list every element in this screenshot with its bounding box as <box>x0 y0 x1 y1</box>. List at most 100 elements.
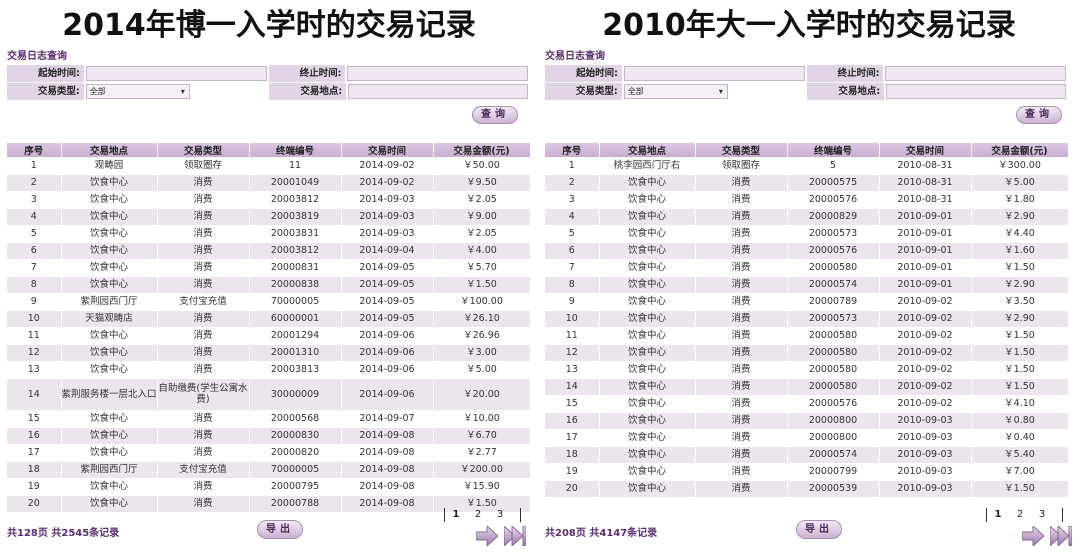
table-row: 7 饮食中心 消费 20000580 2010-09-01 ￥1.50 <box>545 259 1069 277</box>
table-cell: 70000005 <box>249 461 342 479</box>
table-cell: 消费 <box>157 495 250 513</box>
table-cell: 8 <box>545 276 600 294</box>
table-cell: 5 <box>545 225 600 243</box>
table-cell: 消费 <box>695 208 788 226</box>
table-cell: 饮食中心 <box>599 429 696 447</box>
table-cell: 2010-09-01 <box>879 259 972 277</box>
table-cell: 11 <box>249 157 342 175</box>
table-cell: 13 <box>545 361 600 379</box>
table-cell: 20000789 <box>787 293 880 311</box>
column-header: 交易类型 <box>695 143 788 157</box>
column-header: 交易地点 <box>61 143 158 157</box>
table-cell: 20000800 <box>787 412 880 430</box>
table-cell: 11 <box>545 327 600 345</box>
table-cell: 9 <box>545 293 600 311</box>
place-input[interactable] <box>886 84 1066 99</box>
table-cell: 20000573 <box>787 225 880 243</box>
page-link[interactable]: 1 <box>445 508 467 522</box>
table-row: 5 饮食中心 消费 20003831 2014-09-03 ￥2.05 <box>7 225 531 243</box>
table-cell: 饮食中心 <box>61 225 158 243</box>
page-link[interactable]: 3 <box>1031 508 1053 522</box>
table-cell: 16 <box>7 427 62 445</box>
table-cell: ￥2.77 <box>433 444 531 462</box>
table-cell: 1 <box>545 157 600 175</box>
table-cell: 消费 <box>157 191 250 209</box>
table-cell: 20000573 <box>787 310 880 328</box>
table-cell: 领取圈存 <box>695 157 788 175</box>
table-cell: 消费 <box>695 395 788 413</box>
table-cell: 紫荆服务楼一层北入口 <box>61 378 158 411</box>
table-cell: ￥1.80 <box>971 191 1069 209</box>
table-cell: 20000576 <box>787 395 880 413</box>
table-row: 3 饮食中心 消费 20000576 2010-08-31 ￥1.80 <box>545 191 1069 209</box>
type-select[interactable]: 全部 <box>623 84 728 99</box>
query-button[interactable]: 查询 <box>1016 106 1062 124</box>
table-cell: 消费 <box>695 242 788 260</box>
table-cell: 2010-09-01 <box>879 276 972 294</box>
table-cell: ￥1.50 <box>433 276 531 294</box>
table-cell: 支付宝充值 <box>157 461 250 479</box>
page-link[interactable]: 3 <box>489 508 511 522</box>
table-cell: 7 <box>7 259 62 277</box>
pagination: 1 2 3 <box>986 508 1063 522</box>
table-cell: 饮食中心 <box>599 446 696 464</box>
table-row: 8 饮食中心 消费 20000838 2014-09-05 ￥1.50 <box>7 276 531 294</box>
table-cell: 领取圈存 <box>157 157 250 175</box>
last-page-icon[interactable] <box>504 526 526 546</box>
column-header: 交易金额(元) <box>433 143 531 157</box>
table-cell: ￥1.50 <box>971 361 1069 379</box>
end-time-input[interactable] <box>885 66 1066 81</box>
table-cell: 12 <box>7 344 62 362</box>
table-cell: 2014-09-02 <box>341 157 434 175</box>
place-input[interactable] <box>348 84 528 99</box>
table-cell: 20000820 <box>249 444 342 462</box>
page-link[interactable]: 2 <box>467 508 489 522</box>
table-row: 9 紫荆园西门厅 支付宝充值 70000005 2014-09-05 ￥100.00 <box>7 293 531 311</box>
table-cell: 2 <box>7 174 62 192</box>
table-cell: 消费 <box>695 327 788 345</box>
table-cell: 16 <box>545 412 600 430</box>
table-cell: 20 <box>545 480 600 498</box>
table-cell: 30000009 <box>249 378 342 411</box>
table-row: 13 饮食中心 消费 20003813 2014-09-06 ￥5.00 <box>7 361 531 379</box>
table-cell: ￥2.05 <box>433 225 531 243</box>
table-cell: 14 <box>545 378 600 396</box>
next-page-icon[interactable] <box>476 526 498 546</box>
table-cell: 饮食中心 <box>599 293 696 311</box>
start-time-input[interactable] <box>623 66 805 81</box>
table-cell: 饮食中心 <box>599 191 696 209</box>
table-cell: 饮食中心 <box>61 478 158 496</box>
last-page-icon[interactable] <box>1050 526 1072 546</box>
table-cell: 消费 <box>695 463 788 481</box>
table-cell: ￥1.50 <box>971 344 1069 362</box>
table-cell: 20000580 <box>787 361 880 379</box>
export-button[interactable]: 导出 <box>257 520 303 539</box>
type-select[interactable]: 全部 <box>85 84 190 99</box>
table-cell: 2010-09-01 <box>879 242 972 260</box>
table-cell: 2010-09-02 <box>879 395 972 413</box>
table-cell: 2014-09-03 <box>341 191 434 209</box>
next-page-icon[interactable] <box>1022 526 1044 546</box>
table-row: 6 饮食中心 消费 20003812 2014-09-04 ￥4.00 <box>7 242 531 260</box>
table-row: 14 饮食中心 消费 20000580 2010-09-02 ￥1.50 <box>545 378 1069 396</box>
table-cell: 消费 <box>157 344 250 362</box>
table-cell: 消费 <box>157 478 250 496</box>
query-button[interactable]: 查询 <box>472 106 518 124</box>
table-cell: 2014-09-08 <box>341 495 434 513</box>
table-cell: 20000576 <box>787 191 880 209</box>
table-cell: 饮食中心 <box>599 344 696 362</box>
table-cell: 2014-09-08 <box>341 444 434 462</box>
start-time-input[interactable] <box>85 66 267 81</box>
table-cell: 20000580 <box>787 344 880 362</box>
table-cell: 饮食中心 <box>61 495 158 513</box>
table-cell: 消费 <box>157 310 250 328</box>
column-header: 序号 <box>545 143 600 157</box>
table-cell: 饮食中心 <box>61 410 158 428</box>
table-cell: ￥7.00 <box>971 463 1069 481</box>
export-button[interactable]: 导出 <box>796 520 842 539</box>
page-link[interactable]: 1 <box>987 508 1009 522</box>
table-cell: 饮食中心 <box>599 327 696 345</box>
page-link[interactable]: 2 <box>1009 508 1031 522</box>
end-time-input[interactable] <box>347 66 528 81</box>
table-row: 19 饮食中心 消费 20000795 2014-09-08 ￥15.90 <box>7 478 531 496</box>
